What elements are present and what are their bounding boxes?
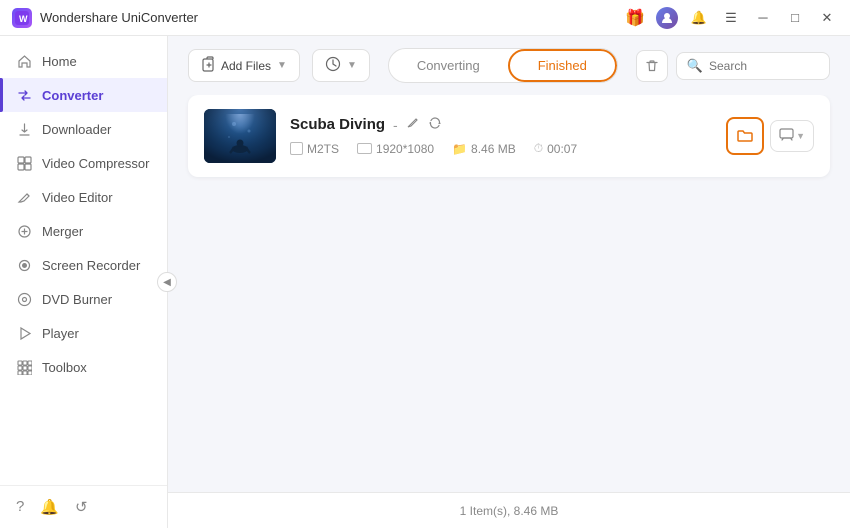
sidebar-item-merger[interactable]: Merger [0,214,167,248]
feedback-icon[interactable]: ↺ [75,498,88,516]
toolbar-right: 🔍 [636,50,830,82]
player-icon [16,325,32,341]
gift-icon[interactable]: 🎁 [624,7,646,29]
maximize-icon[interactable]: □ [784,7,806,29]
sidebar-item-toolbox[interactable]: Toolbox [0,350,167,384]
toolbox-icon [16,359,32,375]
app-icon: W [12,8,32,28]
main-layout: Home Converter Downloader [0,36,850,528]
edit-filename-icon[interactable] [406,116,420,133]
add-files-button[interactable]: Add Files ▼ [188,49,300,82]
sidebar-item-label-home: Home [42,54,77,69]
refresh-icon[interactable] [428,116,442,133]
file-actions: ▼ [726,117,814,155]
sidebar-item-label-toolbox: Toolbox [42,360,87,375]
sidebar-item-player[interactable]: Player [0,316,167,350]
sidebar-item-label-player: Player [42,326,79,341]
sidebar-item-label-editor: Video Editor [42,190,113,205]
title-bar-actions: 🎁 🔔 ☰ ─ □ ✕ [624,7,838,29]
content-area: Add Files ▼ ▼ Converting Finish [168,36,850,528]
resolution-icon [357,143,372,154]
sidebar-item-label-recorder: Screen Recorder [42,258,140,273]
sidebar-item-label-merger: Merger [42,224,83,239]
delete-icon-button[interactable] [636,50,668,82]
add-file-icon [201,56,217,75]
file-thumbnail [204,109,276,163]
open-folder-button[interactable] [726,117,764,155]
folder-icon: 📁 [452,142,467,156]
meta-size: 📁 8.46 MB [452,142,516,156]
format-icon [290,142,303,155]
sidebar-item-video-compressor[interactable]: Video Compressor [0,146,167,180]
merger-icon [16,223,32,239]
converting-tab[interactable]: Converting [389,49,508,82]
converter-icon [16,87,32,103]
search-input[interactable] [709,59,819,73]
dropdown-chevron-icon: ▼ [796,131,805,141]
sidebar-bottom: ? 🔔 ↺ [0,485,167,528]
sidebar-item-downloader[interactable]: Downloader [0,112,167,146]
file-dash: - [393,117,398,133]
file-list-area: Scuba Diving - [168,95,850,492]
file-resolution: 1920*1080 [376,142,434,156]
sidebar-item-label-downloader: Downloader [42,122,111,137]
more-actions-button[interactable]: ▼ [770,120,814,152]
sidebar-item-label-converter: Converter [42,88,103,103]
menu-icon[interactable]: ☰ [720,7,742,29]
notification-icon[interactable]: 🔔 [40,498,59,516]
bell-icon[interactable]: 🔔 [688,7,710,29]
sidebar-item-home[interactable]: Home [0,44,167,78]
sidebar-item-screen-recorder[interactable]: Screen Recorder [0,248,167,282]
file-info: Scuba Diving - [290,116,712,156]
sidebar-item-dvd-burner[interactable]: DVD Burner [0,282,167,316]
file-card: Scuba Diving - [188,95,830,177]
file-name-row: Scuba Diving - [290,116,712,133]
compressor-icon [16,155,32,171]
meta-format: M2TS [290,142,339,156]
message-icon [779,127,794,145]
sidebar-item-label-compressor: Video Compressor [42,156,149,171]
add-files-label: Add Files [221,59,271,73]
status-bar: 1 Item(s), 8.46 MB [168,492,850,528]
convert-icon [325,56,341,75]
status-text: 1 Item(s), 8.46 MB [460,504,559,518]
downloader-icon [16,121,32,137]
add-convert-button[interactable]: ▼ [312,49,370,82]
toolbar-left: Add Files ▼ ▼ [188,49,370,82]
app-title: Wondershare UniConverter [40,10,198,25]
toolbar-center: Converting Finished [386,48,620,83]
user-avatar[interactable] [656,7,678,29]
search-box: 🔍 [676,52,830,80]
editor-icon [16,189,32,205]
file-duration: 00:07 [547,142,577,156]
file-meta-row: M2TS 1920*1080 📁 8.46 MB ⏱ 00:07 [290,141,712,156]
close-icon[interactable]: ✕ [816,7,838,29]
dvd-icon [16,291,32,307]
sidebar-item-label-dvd: DVD Burner [42,292,112,307]
sidebar-item-converter[interactable]: Converter [0,78,167,112]
search-icon: 🔍 [687,58,703,74]
clock-icon: ⏱ [534,141,543,156]
meta-resolution: 1920*1080 [357,142,434,156]
minimize-icon[interactable]: ─ [752,7,774,29]
tab-group: Converting Finished [388,48,618,83]
toolbar: Add Files ▼ ▼ Converting Finish [168,36,850,95]
file-name: Scuba Diving [290,116,385,133]
meta-duration: ⏱ 00:07 [534,141,577,156]
finished-tab[interactable]: Finished [508,49,617,82]
recorder-icon [16,257,32,273]
home-icon [16,53,32,69]
file-format: M2TS [307,142,339,156]
title-bar-left: W Wondershare UniConverter [12,8,624,28]
help-icon[interactable]: ? [16,498,24,516]
title-bar: W Wondershare UniConverter 🎁 🔔 ☰ ─ □ ✕ [0,0,850,36]
file-size: 8.46 MB [471,142,516,156]
add-files-dropdown-icon: ▼ [277,60,287,71]
convert-dropdown-icon: ▼ [347,60,357,71]
svg-text:W: W [19,14,28,24]
sidebar: Home Converter Downloader [0,36,168,528]
sidebar-item-video-editor[interactable]: Video Editor [0,180,167,214]
sidebar-nav: Home Converter Downloader [0,36,167,485]
collapse-sidebar-button[interactable]: ◀ [157,272,177,292]
